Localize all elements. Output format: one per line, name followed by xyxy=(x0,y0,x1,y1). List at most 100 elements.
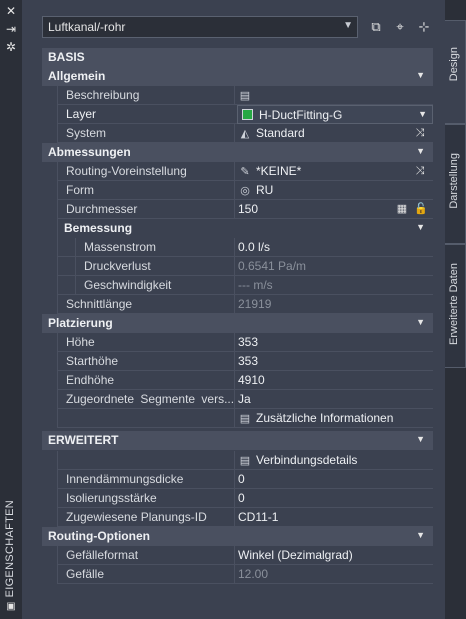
row-gutter xyxy=(42,470,58,489)
property-label: Isolierungsstärke xyxy=(66,491,157,505)
routing-icon: ✎ xyxy=(240,166,250,178)
divider xyxy=(234,162,235,181)
property-row-system[interactable]: System ◭ Standard ⤨ xyxy=(42,124,433,143)
property-row-druckverlust[interactable]: Druckverlust 0.6541 Pa/m xyxy=(42,257,433,276)
section-basis[interactable]: BASIS xyxy=(42,48,433,67)
innendaemmung-value[interactable]: 0 xyxy=(238,472,245,486)
section-label: Abmessungen xyxy=(48,145,131,159)
property-row-gefaelle[interactable]: Gefälle 12.00 xyxy=(42,565,433,584)
row-gutter xyxy=(42,257,58,276)
section-label: Routing-Optionen xyxy=(48,529,150,543)
row-gutter xyxy=(42,333,58,352)
row-gutter xyxy=(42,219,58,238)
section-routing-optionen[interactable]: Routing-Optionen ▼ xyxy=(42,527,433,546)
property-row-hoehe[interactable]: Höhe 353 xyxy=(42,333,433,352)
zugeordnete-value[interactable]: Ja xyxy=(238,392,251,406)
divider xyxy=(234,489,235,508)
property-row-routing-preset[interactable]: Routing-Voreinstellung ✎ *KEINE* ⤨ xyxy=(42,162,433,181)
quick-select-icon[interactable]: ⧉ xyxy=(367,18,385,36)
calculator-icon[interactable]: ▦ xyxy=(394,201,410,217)
property-row-durchmesser[interactable]: Durchmesser 150 ▦ 🔓 xyxy=(42,200,433,219)
chevron-down-icon: ▼ xyxy=(343,20,353,31)
subsection-bemessung[interactable]: Bemessung ▼ xyxy=(42,219,433,238)
properties-panel: Luftkanal/-rohr ▼ ⧉ ⌖ ⊹ BASIS Allgemein … xyxy=(22,0,445,619)
tab-design[interactable]: Design xyxy=(445,20,466,124)
property-row-zusaetzliche-info[interactable]: ▤ Zusätzliche Informationen xyxy=(42,409,433,428)
planungs-id-value[interactable]: CD11-1 xyxy=(238,510,278,524)
close-icon[interactable]: ✕ xyxy=(4,4,18,18)
property-row-schnittlaenge[interactable]: Schnittlänge 21919 xyxy=(42,295,433,314)
zusaetzliche-info-button[interactable]: Zusätzliche Informationen xyxy=(256,411,393,425)
divider xyxy=(234,124,235,143)
row-gutter xyxy=(42,295,58,314)
property-row-innendaemmung[interactable]: Innendämmungsdicke 0 xyxy=(42,470,433,489)
row-gutter xyxy=(42,352,58,371)
divider xyxy=(234,257,235,276)
section-erweitert[interactable]: ERWEITERT ▼ xyxy=(42,431,433,450)
row-gutter xyxy=(42,105,58,124)
chevron-down-icon: ▼ xyxy=(418,109,427,119)
routing-value: *KEINE* xyxy=(256,164,302,178)
property-label: Gefälle xyxy=(66,567,105,581)
lock-icon[interactable]: 🔓 xyxy=(413,201,429,217)
chevron-down-icon: ▼ xyxy=(416,530,425,540)
property-row-layer[interactable]: Layer H-DuctFitting-G ▼ xyxy=(42,105,433,124)
layer-value: H-DuctFitting-G xyxy=(259,108,343,122)
property-row-gefaelleformat[interactable]: Gefälleformat Winkel (Dezimalgrad) xyxy=(42,546,433,565)
isolierung-value[interactable]: 0 xyxy=(238,491,245,505)
palette-title-strip: ✕ ⇥ ✲ EIGENSCHAFTEN ▣ xyxy=(0,0,23,619)
property-row-geschwindigkeit[interactable]: Geschwindigkeit --- m/s xyxy=(42,276,433,295)
property-row-isolierung[interactable]: Isolierungsstärke 0 xyxy=(42,489,433,508)
divider xyxy=(234,371,235,390)
row-gutter xyxy=(58,257,76,276)
gefaelleformat-value[interactable]: Winkel (Dezimalgrad) xyxy=(238,548,353,562)
massenstrom-value[interactable]: 0.0 l/s xyxy=(238,240,270,254)
property-label: Durchmesser xyxy=(66,202,138,216)
system-value: Standard xyxy=(256,126,305,140)
property-label: Gefälleformat xyxy=(66,548,139,562)
palette-menu-icon[interactable]: ▣ xyxy=(4,600,18,614)
layer-select[interactable]: H-DuctFitting-G ▼ xyxy=(237,105,433,124)
row-gutter xyxy=(42,371,58,390)
row-gutter xyxy=(42,238,58,257)
autohide-icon[interactable]: ⇥ xyxy=(4,22,18,36)
hoehe-value[interactable]: 353 xyxy=(238,335,258,349)
routing-picker-icon[interactable]: ⤨ xyxy=(412,163,428,179)
property-row-massenstrom[interactable]: Massenstrom 0.0 l/s xyxy=(42,238,433,257)
property-row-endhoehe[interactable]: Endhöhe 4910 xyxy=(42,371,433,390)
property-row-planungs-id[interactable]: Zugewiesene Planungs-ID CD11-1 xyxy=(42,508,433,527)
selection-toolbar: Luftkanal/-rohr ▼ ⧉ ⌖ ⊹ xyxy=(42,16,437,40)
settings-icon[interactable]: ✲ xyxy=(4,40,18,54)
starthoehe-value[interactable]: 353 xyxy=(238,354,258,368)
row-gutter xyxy=(42,181,58,200)
select-objects-icon[interactable]: ⌖ xyxy=(391,18,409,36)
pickadd-icon[interactable]: ⊹ xyxy=(415,18,433,36)
section-platzierung[interactable]: Platzierung ▼ xyxy=(42,314,433,333)
row-gutter xyxy=(42,546,58,565)
tab-darstellung[interactable]: Darstellung xyxy=(445,124,466,244)
property-row-verbindungsdetails[interactable]: ▤ Verbindungsdetails xyxy=(42,451,433,470)
property-row-beschreibung[interactable]: Beschreibung ▤ xyxy=(42,86,433,105)
endhoehe-value[interactable]: 4910 xyxy=(238,373,265,387)
chevron-down-icon: ▼ xyxy=(416,222,425,232)
property-label: Zugewiesene Planungs-ID xyxy=(66,510,207,524)
durchmesser-value[interactable]: 150 xyxy=(238,202,258,216)
property-row-starthoehe[interactable]: Starthöhe 353 xyxy=(42,352,433,371)
system-picker-icon[interactable]: ⤨ xyxy=(412,125,428,141)
section-abmessungen[interactable]: Abmessungen ▼ xyxy=(42,143,433,162)
divider xyxy=(234,451,235,470)
tab-erweiterte-daten[interactable]: Erweiterte Daten xyxy=(445,244,466,368)
property-row-form[interactable]: Form ◎ RU xyxy=(42,181,433,200)
section-allgemein[interactable]: Allgemein ▼ xyxy=(42,67,433,86)
divider xyxy=(234,276,235,295)
row-gutter xyxy=(42,451,58,470)
row-gutter xyxy=(58,238,76,257)
row-gutter xyxy=(42,390,58,409)
row-gutter xyxy=(42,508,58,527)
row-gutter xyxy=(42,86,58,105)
chevron-down-icon: ▼ xyxy=(416,434,425,444)
description-icon[interactable]: ▤ xyxy=(238,88,256,102)
property-row-zugeordnete-segmente[interactable]: Zugeordnete Segmente vers... Ja xyxy=(42,390,433,409)
object-type-select[interactable]: Luftkanal/-rohr ▼ xyxy=(42,16,358,38)
verbindungsdetails-button[interactable]: Verbindungsdetails xyxy=(256,453,357,467)
